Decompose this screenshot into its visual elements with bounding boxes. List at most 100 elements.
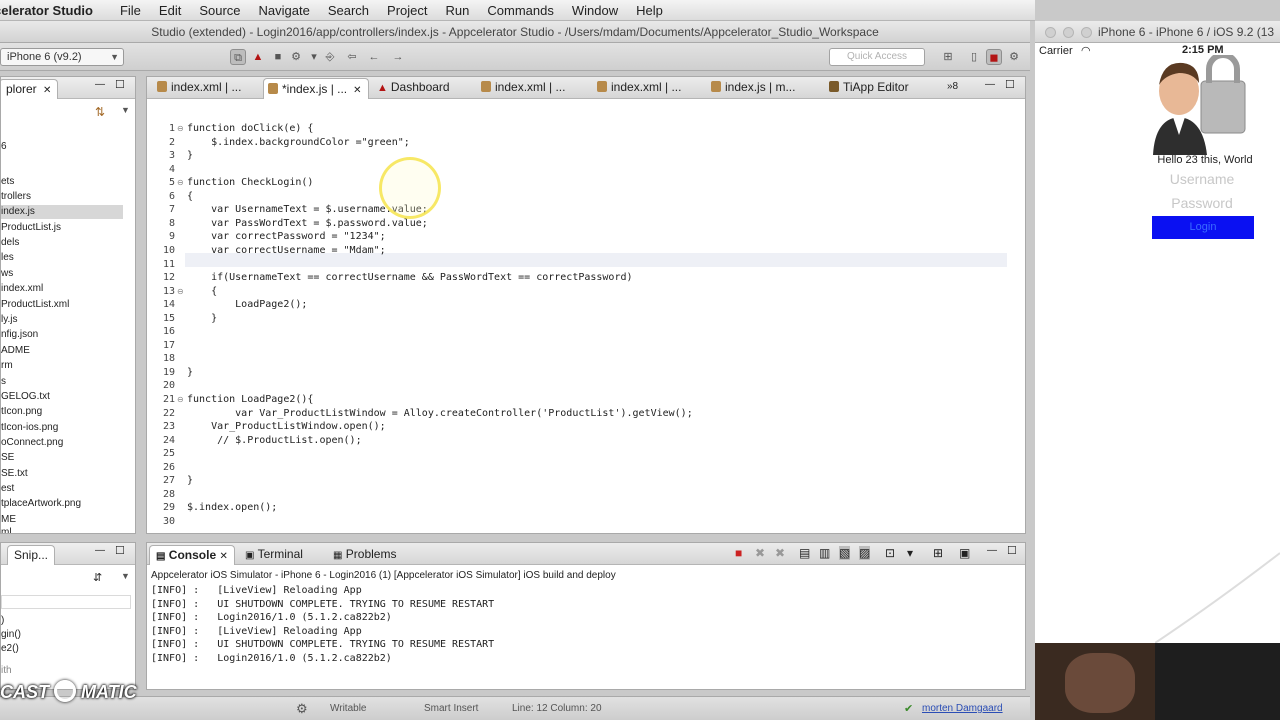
tree-item[interactable]: s xyxy=(1,375,6,389)
maximize-icon[interactable]: ☐ xyxy=(115,78,125,91)
tab-tiapp-editor[interactable]: TiApp Editor xyxy=(825,77,909,99)
open-console-icon[interactable]: ⊞ xyxy=(933,546,943,560)
menu-source[interactable]: Source xyxy=(190,3,249,18)
close-window-button[interactable] xyxy=(1045,27,1056,38)
maximize-icon[interactable]: ☐ xyxy=(1005,78,1015,91)
pin-console-icon[interactable]: ⊡ xyxy=(885,546,895,560)
view-menu-icon[interactable]: ▣ xyxy=(959,546,970,560)
fold-icon[interactable]: ⊖ xyxy=(177,285,184,298)
tab-console[interactable]: ▤ Console ✕ xyxy=(149,545,235,565)
tree-item[interactable]: oConnect.png xyxy=(1,436,63,450)
zoom-window-button[interactable] xyxy=(1081,27,1092,38)
code-line[interactable]: if(UsernameText == correctUsername && Pa… xyxy=(187,271,632,284)
sync-icon[interactable]: ⇅ xyxy=(95,105,105,119)
back-icon[interactable]: ⇦ xyxy=(344,49,360,65)
tree-item[interactable]: ets xyxy=(1,175,14,189)
history-back-icon[interactable]: ← xyxy=(366,49,382,65)
fold-icon[interactable]: ⊖ xyxy=(177,122,184,135)
appcelerator-perspective-icon[interactable]: ◼ xyxy=(986,49,1002,65)
target-device-select[interactable]: iPhone 6 (v9.2) ▼ xyxy=(0,48,124,66)
code-line[interactable]: var Var_ProductListWindow = Alloy.create… xyxy=(187,407,693,420)
debug-icon[interactable]: ⎆ xyxy=(322,49,338,65)
app-name[interactable]: celerator Studio xyxy=(0,3,111,18)
username-field[interactable]: Username xyxy=(1152,171,1252,187)
menu-commands[interactable]: Commands xyxy=(478,3,562,18)
stop-icon[interactable]: ■ xyxy=(270,49,286,65)
code-line[interactable]: function CheckLogin() xyxy=(187,176,313,189)
code-line[interactable]: { xyxy=(187,190,193,203)
menu-search[interactable]: Search xyxy=(319,3,378,18)
tree-item[interactable]: tIcon.png xyxy=(1,405,42,419)
forward-icon[interactable]: → xyxy=(390,49,406,65)
gear-icon[interactable]: ⚙ xyxy=(296,701,308,717)
appcelerator-icon[interactable]: ▲ xyxy=(250,49,266,65)
code-line[interactable]: { xyxy=(187,285,217,298)
code-line[interactable]: var correctUsername = "Mdam"; xyxy=(187,244,386,257)
tree-item[interactable]: ly.js xyxy=(1,313,17,327)
tree-item[interactable]: ml xyxy=(1,526,12,533)
fold-icon[interactable]: ⊖ xyxy=(177,176,184,189)
tab-index-js-2[interactable]: index.js | m... xyxy=(707,77,795,99)
tree-item[interactable]: ws xyxy=(1,267,13,281)
tree-item[interactable]: rm xyxy=(1,359,13,373)
minimize-icon[interactable]: — xyxy=(987,545,997,556)
perspective-icon[interactable]: ⊞ xyxy=(940,49,956,65)
minimize-icon[interactable]: — xyxy=(95,79,105,90)
menu-run[interactable]: Run xyxy=(437,3,479,18)
tree-item[interactable]: les xyxy=(1,251,14,265)
tab-overflow[interactable]: »8 xyxy=(943,77,958,99)
tab-index-xml-3[interactable]: index.xml | ... xyxy=(593,77,681,99)
menu-project[interactable]: Project xyxy=(378,3,436,18)
menu-help[interactable]: Help xyxy=(627,3,672,18)
maximize-icon[interactable]: ☐ xyxy=(115,544,125,557)
code-line[interactable]: } xyxy=(187,366,193,379)
tree-item[interactable]: ME xyxy=(1,513,16,527)
display-console-icon[interactable]: ▾ xyxy=(907,546,913,560)
code-line[interactable]: LoadPage2(); xyxy=(187,298,307,311)
mobile-perspective-icon[interactable]: ▯ xyxy=(966,49,982,65)
tree-item[interactable]: GELOG.txt xyxy=(1,390,50,404)
minimize-window-button[interactable] xyxy=(1063,27,1074,38)
close-icon[interactable]: ✕ xyxy=(219,551,227,562)
maximize-icon[interactable]: ☐ xyxy=(1007,544,1017,557)
code-line[interactable]: } xyxy=(187,474,193,487)
clear-console-icon[interactable]: ▤ xyxy=(799,546,810,560)
chevron-down-icon[interactable]: ▼ xyxy=(121,105,130,115)
login-button[interactable]: Login xyxy=(1152,216,1254,239)
terminate-icon[interactable]: ■ xyxy=(735,546,742,560)
code-line[interactable]: var PassWordText = $.password.value; xyxy=(187,217,428,230)
minimize-icon[interactable]: — xyxy=(985,79,995,90)
password-field[interactable]: Password xyxy=(1152,195,1252,211)
tab-problems[interactable]: ▦ Problems xyxy=(327,545,402,565)
explorer-tab[interactable]: plorer ✕ xyxy=(1,79,59,99)
menu-window[interactable]: Window xyxy=(563,3,627,18)
settings-icon[interactable]: ⚙ xyxy=(1006,49,1022,65)
list-item[interactable]: ith xyxy=(1,665,12,676)
tree-item[interactable]: est xyxy=(1,482,14,496)
code-line[interactable]: } xyxy=(187,149,193,162)
menu-edit[interactable]: Edit xyxy=(150,3,190,18)
run-icon[interactable]: ▾ xyxy=(306,49,322,65)
sort-icon[interactable]: ⇵ xyxy=(93,571,102,584)
tab-index-js[interactable]: *index.js | ... ✕ xyxy=(263,78,369,99)
remove-launch-icon[interactable]: ✖ xyxy=(755,546,765,560)
tree-item[interactable]: 6 xyxy=(1,140,7,154)
show-console-icon[interactable]: ▨ xyxy=(859,546,871,560)
fold-icon[interactable]: ⊖ xyxy=(177,393,184,406)
chevron-down-icon[interactable]: ▼ xyxy=(121,571,130,581)
list-item[interactable]: e2() xyxy=(1,643,19,654)
tree-item[interactable]: ADME xyxy=(1,344,30,358)
code-line[interactable]: $.index.backgroundColor ="green"; xyxy=(187,136,410,149)
tree-item[interactable]: dels xyxy=(1,236,19,250)
code-line[interactable]: var correctPassword = "1234"; xyxy=(187,230,386,243)
tree-item[interactable]: index.xml xyxy=(1,282,43,296)
code-line[interactable]: // $.ProductList.open(); xyxy=(187,434,362,447)
minimize-icon[interactable]: — xyxy=(95,545,105,556)
snippets-filter-input[interactable] xyxy=(1,595,131,609)
code-line[interactable]: function LoadPage2(){ xyxy=(187,393,313,406)
snippets-tab[interactable]: Snip... xyxy=(7,545,56,565)
link-icon[interactable]: ⧉ xyxy=(230,49,246,65)
user-account-link[interactable]: morten Damgaard xyxy=(922,703,1003,714)
scroll-lock-icon[interactable]: ▥ xyxy=(819,546,830,560)
tree-item[interactable]: trollers xyxy=(1,190,31,204)
